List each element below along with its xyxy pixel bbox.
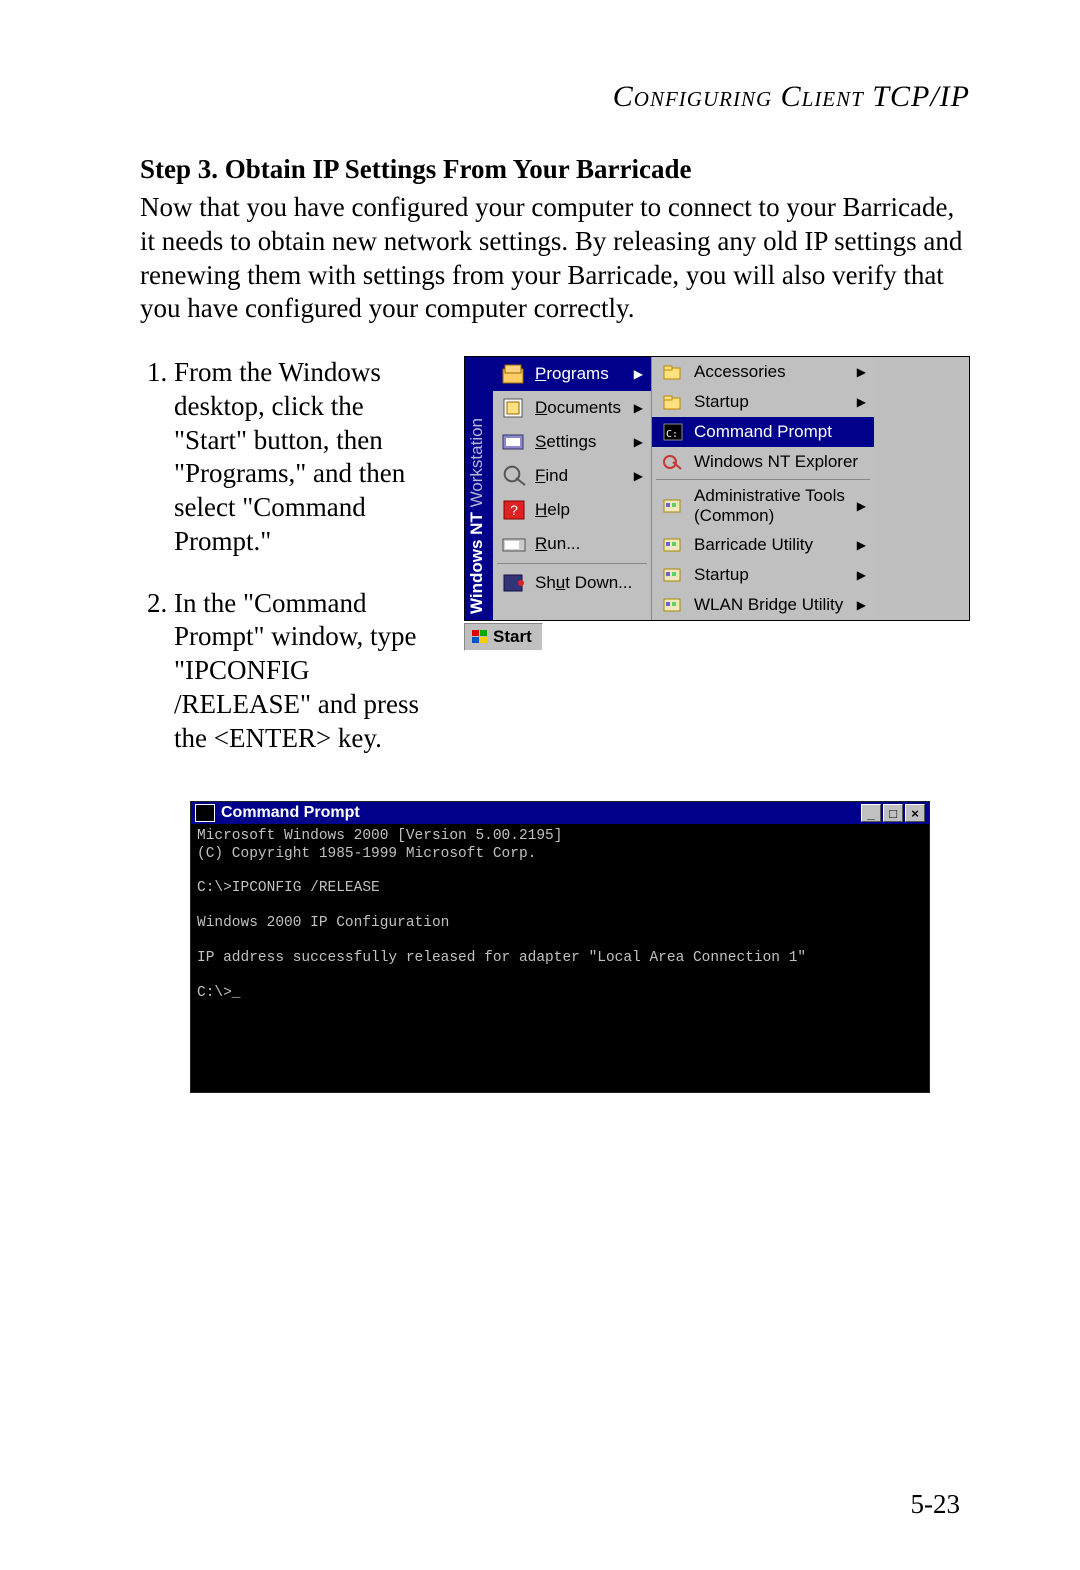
run-icon <box>501 533 527 555</box>
command-prompt-titlebar: Command Prompt _ □ × <box>191 802 929 824</box>
start-menu-item-settings[interactable]: Settings ▶ <box>493 425 651 459</box>
steps-list: From the Windows desktop, click the "Sta… <box>140 356 440 755</box>
start-menu-item-find[interactable]: Find ▶ <box>493 459 651 493</box>
sidebar-light-text: Workstation <box>467 418 486 512</box>
programs-item-startup[interactable]: Startup ▶ <box>652 560 874 590</box>
programs-icon <box>501 363 527 385</box>
menu-item-label: Command Prompt <box>694 422 866 442</box>
folder-icon <box>660 391 686 413</box>
start-button-label: Start <box>493 627 532 647</box>
document-page: Configuring Client TCP/IP Step 3. Obtain… <box>0 0 1080 1570</box>
svg-text:?: ? <box>510 502 518 518</box>
command-prompt-body: Microsoft Windows 2000 [Version 5.00.219… <box>191 824 929 1092</box>
menu-item-label: Run... <box>535 534 643 554</box>
submenu-arrow-icon: ▶ <box>857 365 866 379</box>
start-button[interactable]: Start <box>464 623 543 651</box>
command-prompt-window: Command Prompt _ □ × Microsoft Windows 2… <box>190 801 930 1093</box>
menu-separator <box>497 563 647 564</box>
menu-item-label: Help <box>535 500 643 520</box>
ordered-list-column: From the Windows desktop, click the "Sta… <box>140 356 440 783</box>
start-menu-body: Windows NT Workstation Programs▶Document… <box>464 356 970 621</box>
content-row: From the Windows desktop, click the "Sta… <box>140 356 970 783</box>
intro-paragraph: Now that you have configured your comput… <box>140 191 970 326</box>
start-menu-right-column: Accessories ▶ Startup ▶ C: Command Prompt Wind… <box>652 357 874 620</box>
submenu-arrow-icon: ▶ <box>857 598 866 612</box>
submenu-arrow-icon: ▶ <box>634 401 643 415</box>
menu-item-label: Startup <box>694 565 849 585</box>
sidebar-bold-text: Windows NT <box>467 512 486 614</box>
submenu-arrow-icon: ▶ <box>634 435 643 449</box>
menu-item-label: Programs <box>535 364 626 384</box>
minimize-button[interactable]: _ <box>861 804 881 822</box>
documents-icon <box>501 397 527 419</box>
cmd-icon: C: <box>660 421 686 443</box>
page-header: Configuring Client TCP/IP <box>140 80 970 114</box>
step-item-1: From the Windows desktop, click the "Sta… <box>174 356 440 559</box>
start-menu-sidebar: Windows NT Workstation <box>465 357 493 620</box>
step-heading: Step 3. Obtain IP Settings From Your Bar… <box>140 154 970 185</box>
menu-item-label: Settings <box>535 432 626 452</box>
command-prompt-title: Command Prompt <box>221 804 859 822</box>
menu-item-label: Find <box>535 466 626 486</box>
start-menu-item-run[interactable]: Run... <box>493 527 651 561</box>
menu-item-label: Barricade Utility <box>694 535 849 555</box>
menu-item-label: Startup <box>694 392 849 412</box>
group-icon <box>660 495 686 517</box>
group-icon <box>660 594 686 616</box>
start-menu-left-column: Programs ▶ Documents ▶ Settings ▶ Find ▶? Help Ru… <box>493 357 652 620</box>
start-menu-item-documents[interactable]: Documents ▶ <box>493 391 651 425</box>
shutdown-icon <box>501 572 527 594</box>
programs-item-windows-nt-explorer[interactable]: Windows NT Explorer <box>652 447 874 477</box>
submenu-arrow-icon: ▶ <box>857 538 866 552</box>
submenu-arrow-icon: ▶ <box>634 469 643 483</box>
group-icon <box>660 534 686 556</box>
menu-item-label: Windows NT Explorer <box>694 452 866 472</box>
start-menu-item-shut-down[interactable]: Shut Down... <box>493 566 651 600</box>
svg-text:C:: C: <box>666 429 678 440</box>
start-menu-item-help[interactable]: ? Help <box>493 493 651 527</box>
folder-icon <box>660 361 686 383</box>
menu-item-label: Documents <box>535 398 626 418</box>
programs-item-command-prompt[interactable]: C: Command Prompt <box>652 417 874 447</box>
start-menu-item-programs[interactable]: Programs ▶ <box>493 357 651 391</box>
programs-item-wlan-bridge-utility[interactable]: WLAN Bridge Utility ▶ <box>652 590 874 620</box>
menu-item-label: WLAN Bridge Utility <box>694 595 849 615</box>
menu-separator <box>656 479 870 480</box>
explorer-icon <box>660 451 686 473</box>
close-button[interactable]: × <box>905 804 925 822</box>
group-icon <box>660 564 686 586</box>
programs-item-startup[interactable]: Startup ▶ <box>652 387 874 417</box>
programs-item-administrative-tools-common[interactable]: Administrative Tools (Common) ▶ <box>652 482 874 530</box>
submenu-arrow-icon: ▶ <box>857 395 866 409</box>
submenu-arrow-icon: ▶ <box>857 568 866 582</box>
page-number: 5-23 <box>911 1489 961 1520</box>
submenu-arrow-icon: ▶ <box>857 499 866 513</box>
maximize-button[interactable]: □ <box>883 804 903 822</box>
find-icon <box>501 465 527 487</box>
menu-item-label: Shut Down... <box>535 573 643 593</box>
programs-item-barricade-utility[interactable]: Barricade Utility ▶ <box>652 530 874 560</box>
menu-item-label: Administrative Tools (Common) <box>694 486 849 526</box>
help-icon: ? <box>501 499 527 521</box>
submenu-arrow-icon: ▶ <box>634 367 643 381</box>
windows-logo-icon <box>471 629 489 645</box>
step-item-2: In the "Command Prompt" window, type "IP… <box>174 587 440 756</box>
start-menu-figure: Windows NT Workstation Programs▶Document… <box>464 356 970 651</box>
programs-item-accessories[interactable]: Accessories ▶ <box>652 357 874 387</box>
menu-item-label: Accessories <box>694 362 849 382</box>
command-prompt-icon <box>195 804 215 822</box>
settings-icon <box>501 431 527 453</box>
